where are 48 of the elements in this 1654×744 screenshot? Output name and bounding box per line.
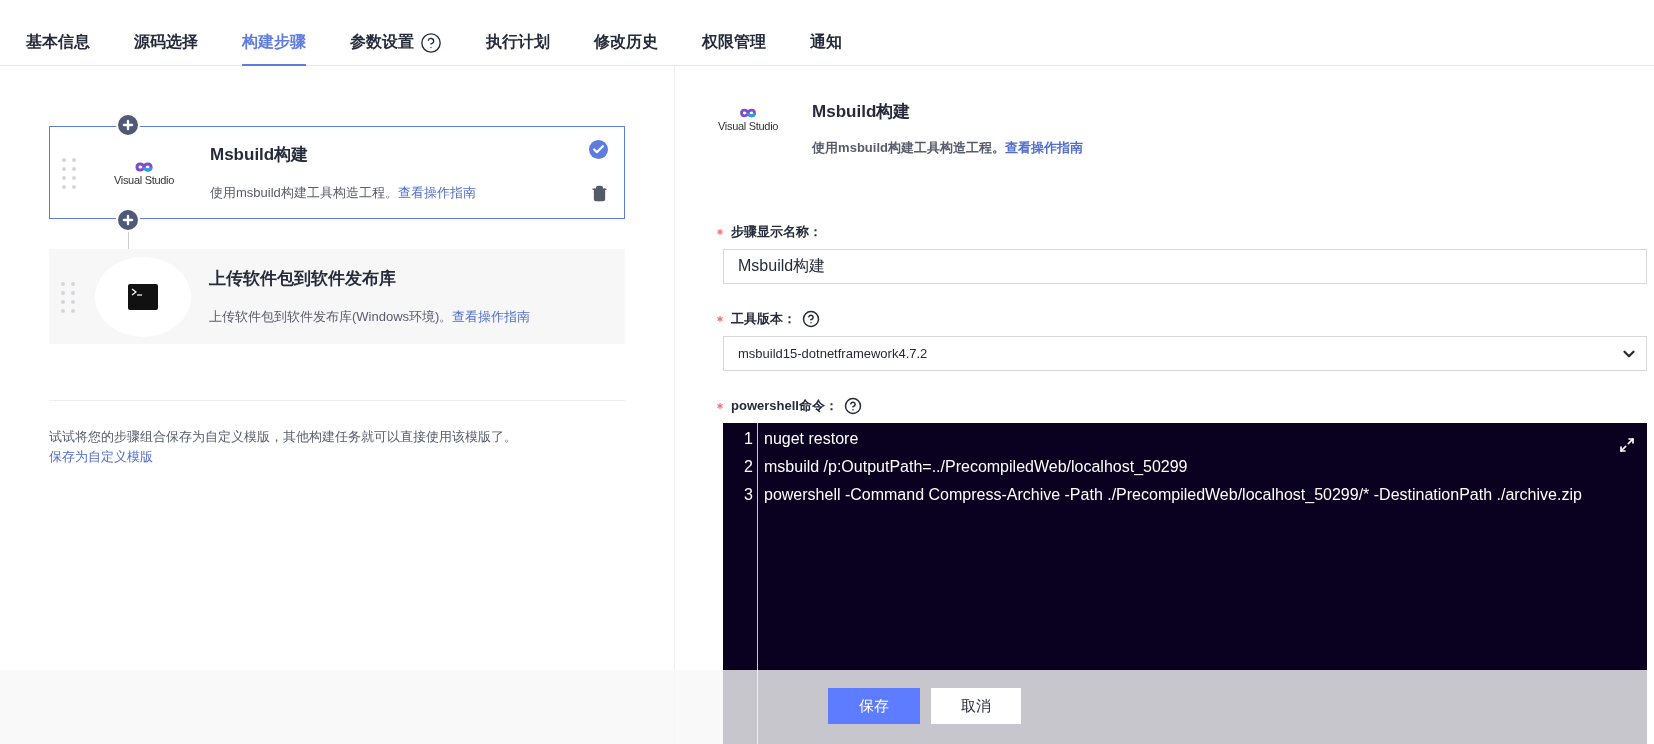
visual-studio-logo: Visual Studio bbox=[113, 159, 175, 186]
visual-studio-logo: Visual Studio bbox=[718, 106, 779, 132]
step-card[interactable]: 上传软件包到软件发布库 上传软件包到软件发布库(Windows环境)。查看操作指南 bbox=[49, 249, 625, 344]
tab[interactable]: 权限管理 bbox=[702, 22, 766, 66]
step-name-field[interactable]: Msbuild构建 bbox=[723, 249, 1647, 284]
help-icon[interactable] bbox=[420, 32, 442, 54]
help-icon[interactable] bbox=[843, 397, 862, 415]
version-dropdown[interactable]: msbuild15-dotnetframework4.7.2 bbox=[723, 336, 1647, 371]
template-hint: 试试将您的步骤组合保存为自定义模版，其他构建任务就可以直接使用该模版了。 bbox=[49, 428, 518, 446]
step-title: Msbuild构建 bbox=[210, 144, 310, 166]
guide-link[interactable]: 查看操作指南 bbox=[397, 185, 476, 200]
code-line: nuget restore bbox=[764, 429, 860, 449]
code-line: msbuild /p:OutputPath=../PrecompiledWeb/localhost_50299 bbox=[764, 457, 1189, 477]
plus-icon bbox=[121, 118, 135, 132]
tab[interactable]: 通知 bbox=[810, 22, 842, 66]
tab[interactable]: 修改历史 bbox=[594, 22, 658, 66]
save-button[interactable]: 保存 bbox=[828, 688, 920, 724]
detail-title: Msbuild构建 bbox=[812, 101, 912, 123]
cancel-button[interactable]: 取消 bbox=[931, 688, 1021, 724]
line-number: 3 bbox=[743, 485, 754, 505]
tab[interactable]: 参数设置 bbox=[350, 22, 442, 66]
tab[interactable]: 基本信息 bbox=[26, 22, 90, 66]
plus-icon bbox=[121, 213, 135, 227]
step-card[interactable]: Visual Studio Msbuild构建 使用msbuild构建工具构造工程。查看操作指南 bbox=[49, 126, 625, 219]
save-template-link[interactable]: 保存为自定义模版 bbox=[49, 449, 153, 464]
add-step-button[interactable] bbox=[116, 208, 140, 232]
detail-description: 使用msbuild构建工具构造工程。查看操作指南 bbox=[812, 139, 1083, 157]
terminal-icon bbox=[128, 283, 158, 310]
tab[interactable]: 构建步骤 bbox=[242, 22, 306, 66]
field-label: 步骤显示名称： bbox=[731, 223, 822, 241]
field-label: 工具版本： bbox=[731, 310, 796, 328]
line-number: 1 bbox=[743, 429, 754, 449]
code-line: powershell -Command Compress-Archive -Path ./PrecompiledWeb/localhost_50299/* -DestinationPath ./archive.zip bbox=[764, 485, 1582, 505]
drag-handle-icon[interactable] bbox=[61, 280, 75, 313]
fullscreen-icon[interactable] bbox=[1619, 437, 1635, 453]
step-title: 上传软件包到软件发布库 bbox=[209, 268, 397, 290]
step-description: 使用msbuild构建工具构造工程。查看操作指南 bbox=[210, 184, 476, 202]
guide-link[interactable]: 查看操作指南 bbox=[452, 309, 531, 324]
step-description: 上传软件包到软件发布库(Windows环境)。查看操作指南 bbox=[209, 308, 531, 326]
add-step-button[interactable] bbox=[116, 113, 140, 137]
drag-handle-icon[interactable] bbox=[62, 156, 76, 189]
guide-link[interactable]: 查看操作指南 bbox=[1004, 140, 1083, 155]
line-number: 2 bbox=[743, 457, 754, 477]
help-icon[interactable] bbox=[802, 310, 820, 328]
tab[interactable]: 源码选择 bbox=[134, 22, 198, 66]
field-label: powershell命令： bbox=[731, 397, 838, 415]
tab[interactable]: 执行计划 bbox=[486, 22, 550, 66]
check-icon bbox=[589, 140, 608, 159]
